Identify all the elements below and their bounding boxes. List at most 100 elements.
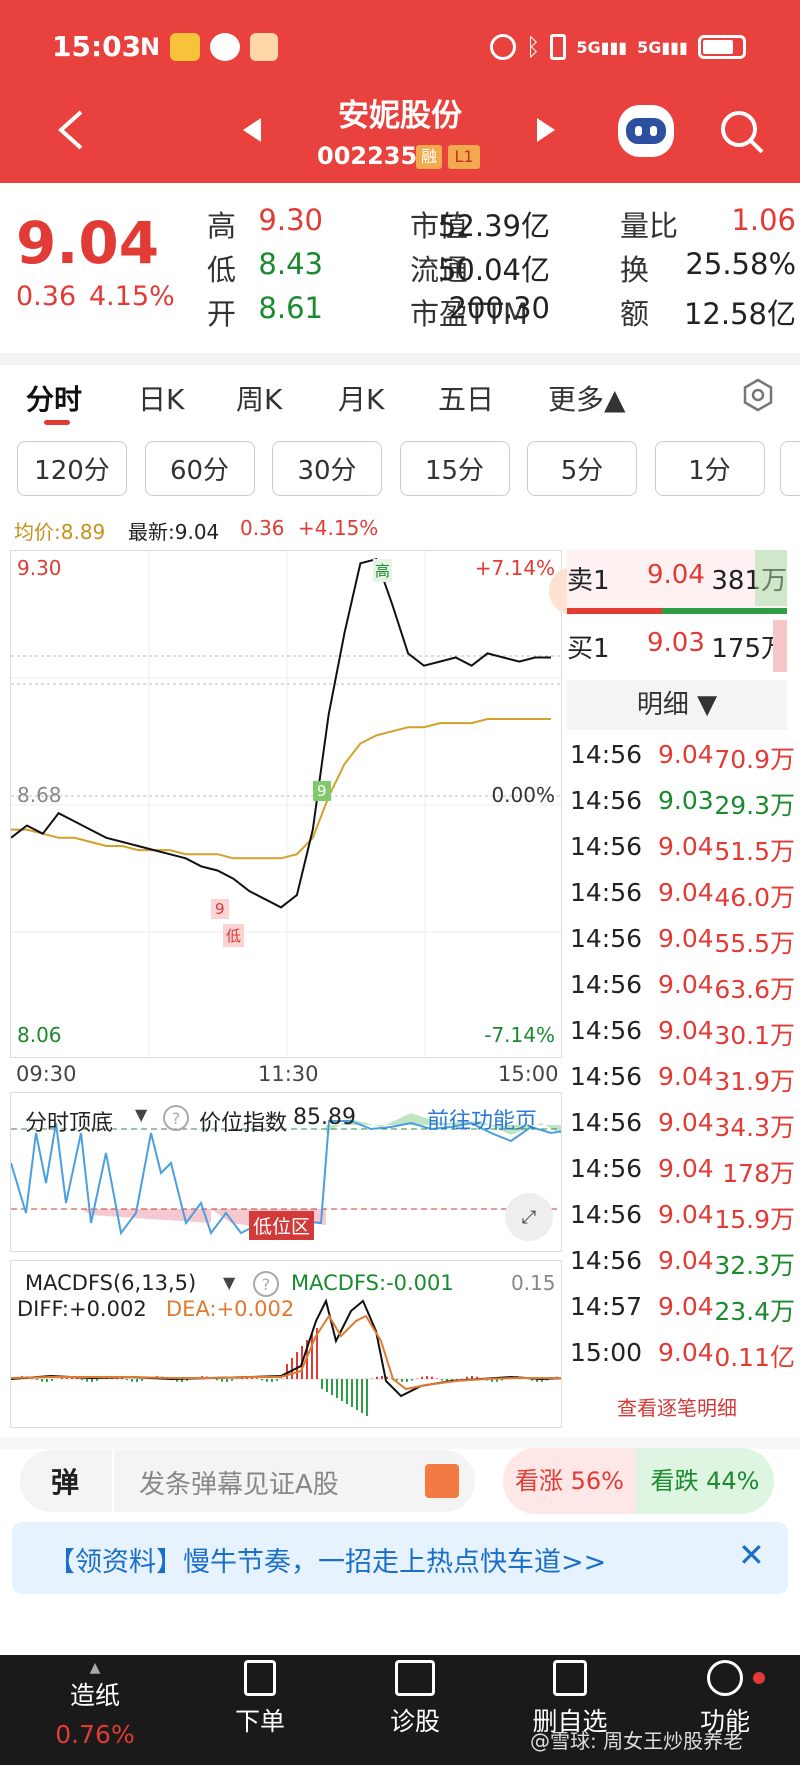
trade-row: 14:56 9.04 63.6万 [570,970,795,1016]
nav-sector-label: 造纸 [69,1681,120,1710]
trade-volume: 32.3万 [714,1251,795,1280]
book-ratio-green [662,608,787,614]
trade-time: 14:56 [570,832,643,861]
macd-bar [226,1379,228,1382]
macd-bar [81,1379,83,1381]
period-pill[interactable]: 60分 [144,441,255,496]
danmu-input[interactable]: 弹 发条弹幕见证A股 [20,1450,475,1512]
indicator-panel[interactable]: 分时顶底 ▼ ? 价位指数 85.89 前往功能页 低位区 ⤢ [10,1092,562,1252]
trade-time: 15:00 [570,1338,643,1367]
quote-panel: 9.04 0.36 4.15% 高 9.30 市值 52.39亿 量比 1.06 低 8.43… [0,183,800,353]
feed-tabs-hidden [0,1603,800,1655]
macd-bar [331,1379,333,1395]
nav-order[interactable]: 下单 [210,1660,310,1738]
trade-volume: 23.4万 [714,1297,795,1326]
view-detail-link[interactable]: 查看逐笔明细 [567,1392,787,1421]
nine-marker-up: 9 [313,781,331,801]
period-pill[interactable]: 15分 [399,441,510,496]
sell-label: 卖1 [567,566,610,596]
close-icon[interactable]: ✕ [738,1536,765,1574]
period-pill[interactable]: 1分 [654,441,765,496]
low-zone-badge: 低位区 [249,1211,315,1240]
trade-time: 14:56 [570,740,643,769]
tab-3[interactable]: 月K [338,378,384,418]
period-pill[interactable]: 120分 [17,441,127,496]
macd-bar [231,1379,233,1381]
macd-bar [51,1379,53,1381]
stock-title: 安妮股份 [338,98,462,134]
trade-price: 9.04 [658,1062,714,1091]
macd-bar [91,1379,93,1382]
bearish-button[interactable]: 看跌 44% [636,1448,774,1514]
indicator-name[interactable]: 分时顶底 [25,1105,113,1137]
trade-time: 14:56 [570,924,643,953]
search-button[interactable] [717,107,767,157]
goto-function-link[interactable]: 前往功能页 [427,1103,537,1135]
macd-name[interactable]: MACDFS(6,13,5) [25,1271,196,1295]
help-icon[interactable]: ? [163,1105,189,1131]
robot-icon [626,118,666,144]
intraday-chart[interactable]: 9.30 8.68 8.06 +7.14% 0.00% -7.14% 高 9 9… [10,550,573,1059]
trade-row: 14:56 9.04 15.9万 [570,1200,795,1246]
fullscreen-button[interactable]: ⤢ [505,1193,553,1241]
chevron-down-icon[interactable]: ▼ [223,1273,235,1292]
trade-time: 14:56 [570,1200,643,1229]
trade-time: 14:56 [570,786,643,815]
promo-banner[interactable]: 【领资料】慢牛节奏，一招走上热点快车道>> ✕ [12,1522,788,1594]
tab-5[interactable]: 更多▲ [548,378,626,418]
danmu-button[interactable]: 弹 [42,1458,88,1504]
macd-bar [311,1334,313,1379]
trade-row: 14:56 9.04 34.3万 [570,1108,795,1154]
tab-0[interactable]: 分时 [26,378,82,418]
nav-diagnose[interactable]: 诊股 [360,1660,470,1738]
trade-row: 14:56 9.04 31.9万 [570,1062,795,1108]
period-pill-more[interactable] [780,441,800,496]
macd-bar [296,1352,298,1379]
indicator-label: 价位指数 [199,1111,288,1136]
period-pill[interactable]: 5分 [527,441,637,496]
expand-icon: ⤢ [521,1206,537,1228]
macd-panel[interactable]: MACDFS(6,13,5) ▼ ? MACDFS:-0.001 0.15 DI… [10,1260,562,1428]
low-marker: 低 [223,924,245,947]
tab-1[interactable]: 日K [138,378,184,418]
nfc-icon: N [140,33,161,61]
next-stock-button[interactable] [537,118,555,142]
detail-toggle[interactable]: 明细 ▼ [567,680,787,730]
status-right-icons: ᛒ 5G▮▮▮ 5G▮▮▮ [490,33,746,61]
divider [0,353,800,365]
macd-bar [471,1376,473,1379]
watermark: @雪球: 周女王炒股养老 [530,1729,744,1753]
quote-label: 高 [207,209,237,243]
bullish-button[interactable]: 看涨 56% [503,1448,636,1514]
gift-icon[interactable] [425,1464,459,1498]
period-pill[interactable]: 30分 [272,441,382,496]
pct-label-bot: -7.14% [484,1023,555,1047]
quote-value: 1.06 [731,203,796,237]
macd-bar [141,1379,143,1381]
diff-value: DIFF:+0.002 [17,1297,147,1321]
quote-value: 200.30 [448,291,550,325]
help-icon[interactable]: ? [253,1271,279,1297]
indicator-value: 85.89 [293,1105,356,1130]
trade-time: 14:56 [570,970,643,999]
macd-bar [346,1379,348,1404]
chevron-down-icon[interactable]: ▼ [135,1105,147,1124]
nav-sector[interactable]: ▲ 造纸 0.76% [40,1660,150,1749]
book-ratio-red [567,608,662,614]
quote-value: 9.30 [258,203,323,237]
quote-value: 8.43 [258,247,323,281]
settings-button[interactable] [738,375,778,415]
status-time: 15:03 [52,30,142,63]
trade-price: 9.04 [658,1246,714,1275]
ticker-pct: +4.15% [298,516,379,540]
tab-2[interactable]: 周K [236,378,282,418]
latest-price: 最新:9.04 [128,520,220,544]
trade-time: 14:56 [570,878,643,907]
robot-assistant-button[interactable] [618,105,674,157]
trade-time: 14:56 [570,1246,643,1275]
macdfs-value: MACDFS:-0.001 [291,1271,454,1295]
macd-bar [461,1378,463,1379]
sell-volume-bar [755,550,787,606]
tab-4[interactable]: 五日 [438,378,494,418]
notification-dot [753,1672,765,1684]
